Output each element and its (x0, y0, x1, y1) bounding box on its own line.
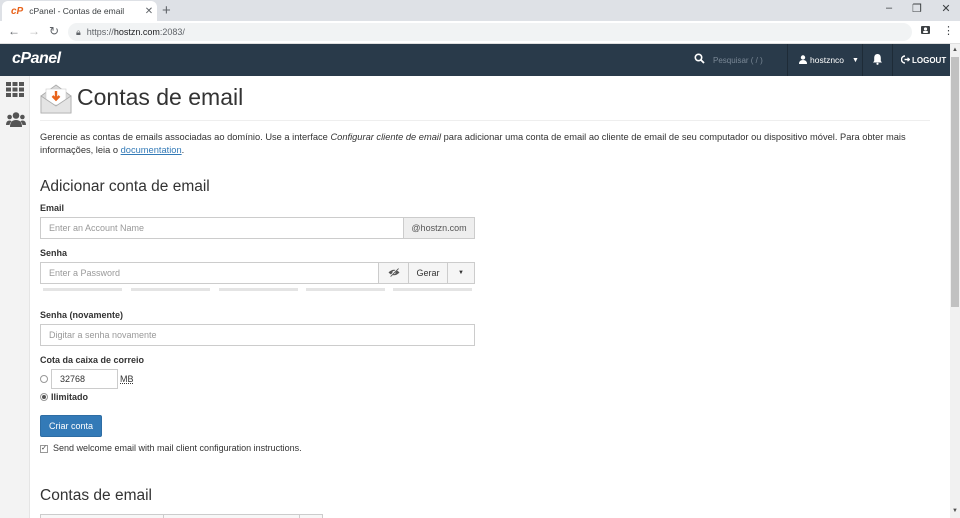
logout-label: LOGOUT (912, 55, 947, 65)
email-account-input[interactable]: Enter an Account Name (40, 217, 404, 239)
left-sidebar (0, 76, 30, 518)
search-box[interactable]: Pesquisar ( / ) (694, 44, 763, 76)
quota-label: Cota da caixa de correio (40, 355, 145, 365)
bell-icon[interactable] (872, 53, 883, 68)
page-description: Gerencie as contas de emails associadas … (40, 132, 906, 155)
extension-icon[interactable] (920, 24, 931, 38)
browser-toolbar: ← → ↻ 🔒︎ https://hostzn.com:2083/ ⋮ (0, 21, 960, 44)
quota-limited-radio[interactable] (40, 375, 48, 383)
user-menu[interactable]: hostznco ▼ (799, 44, 859, 76)
user-icon (799, 54, 807, 66)
accounts-toolbar-fragment (40, 514, 164, 518)
quota-unit: MB (120, 374, 134, 384)
quota-input[interactable]: 32768 (51, 369, 118, 389)
caret-down-icon: ▼ (458, 270, 464, 276)
welcome-email-label: Send welcome email with mail client conf… (53, 443, 302, 453)
generate-options-dropdown[interactable]: ▼ (447, 262, 475, 284)
unlimited-label: Ilimitado (51, 392, 89, 402)
url-text: https://hostzn.com:2083/ (86, 27, 185, 37)
search-placeholder: Pesquisar ( / ) (713, 55, 763, 65)
logout-button[interactable]: LOGOUT (900, 44, 947, 76)
scroll-up-icon[interactable]: ▲ (952, 47, 958, 53)
logout-icon (900, 54, 911, 66)
reload-icon[interactable]: ↻ (47, 24, 61, 38)
password-strength-segment (131, 288, 210, 291)
page-title: Contas de email (77, 84, 244, 110)
address-bar[interactable]: 🔒︎ https://hostzn.com:2083/ (68, 23, 912, 41)
password-strength-segment (43, 288, 122, 291)
header-divider (862, 44, 863, 76)
accounts-toolbar-fragment (299, 514, 323, 518)
email-accounts-heading: Contas de email (40, 487, 153, 504)
documentation-link[interactable]: documentation (121, 145, 182, 155)
back-icon[interactable]: ← (7, 24, 21, 38)
cpanel-logo[interactable]: cPanel (12, 50, 61, 68)
restore-icon[interactable]: ❐ (910, 2, 924, 15)
cpanel-favicon-icon: cP (11, 5, 24, 17)
email-domain-addon: @hostzn.com (403, 217, 475, 239)
tab-title: cPanel - Contas de email (29, 6, 125, 16)
email-accounts-icon (40, 84, 72, 114)
new-tab-button[interactable]: + (162, 2, 171, 19)
add-account-heading: Adicionar conta de email (40, 178, 210, 195)
browser-tab-strip: cP cPanel - Contas de email ✕ + – ❐ ✕ (0, 0, 960, 21)
password-again-label: Senha (novamente) (40, 310, 124, 320)
scrollbar-thumb[interactable] (951, 57, 959, 307)
email-label: Email (40, 203, 65, 213)
password-strength-segment (393, 288, 472, 291)
browser-tab[interactable]: cP cPanel - Contas de email ✕ (2, 1, 157, 21)
scroll-down-icon[interactable]: ▼ (952, 508, 958, 514)
users-icon[interactable] (6, 111, 26, 133)
header-divider (892, 44, 893, 76)
generate-password-button[interactable]: Gerar (408, 262, 448, 284)
caret-down-icon: ▼ (852, 56, 859, 64)
window-close-icon[interactable]: ✕ (939, 2, 953, 15)
title-divider (40, 120, 930, 121)
header-divider (787, 44, 788, 76)
browser-menu-icon[interactable]: ⋮ (943, 24, 954, 37)
search-icon (694, 53, 705, 67)
toggle-visibility-button[interactable] (378, 262, 409, 284)
quota-unlimited-radio[interactable] (40, 393, 48, 401)
cpanel-header: cPanel Pesquisar ( / ) hostznco ▼ LOGOUT (0, 44, 950, 76)
password-strength-segment (219, 288, 298, 291)
eye-slash-icon (388, 267, 400, 279)
accounts-toolbar-fragment (163, 514, 300, 518)
password-input[interactable]: Enter a Password (40, 262, 379, 284)
minimize-icon[interactable]: – (882, 2, 896, 14)
create-account-button[interactable]: Criar conta (40, 415, 102, 437)
forward-icon[interactable]: → (27, 24, 41, 38)
password-strength-segment (306, 288, 385, 291)
welcome-email-checkbox[interactable]: ✓ (40, 445, 48, 453)
tab-close-icon[interactable]: ✕ (141, 6, 157, 17)
password-again-input[interactable]: Digitar a senha novamente (40, 324, 475, 346)
password-label: Senha (40, 248, 68, 258)
username: hostznco (810, 55, 845, 65)
grid-apps-icon[interactable] (6, 82, 24, 102)
lock-icon: 🔒︎ (76, 26, 81, 37)
